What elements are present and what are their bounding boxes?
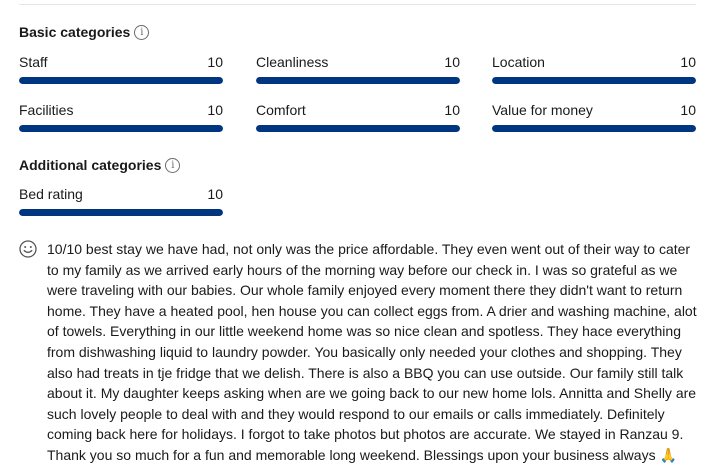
category-facilities: Facilities 10	[19, 101, 223, 132]
category-label: Value for money	[492, 102, 593, 118]
category-label: Cleanliness	[256, 54, 329, 70]
score-bar	[19, 209, 223, 216]
category-label: Staff	[19, 54, 48, 70]
score-bar	[256, 125, 460, 132]
category-cleanliness: Cleanliness 10	[256, 53, 460, 84]
score-bar-fill	[19, 125, 223, 132]
category-label: Bed rating	[19, 186, 83, 202]
basic-categories-heading: Basic categories i	[19, 24, 150, 40]
review: 10/10 best stay we have had, not only wa…	[19, 239, 705, 466]
score-bar-fill	[19, 77, 223, 84]
info-icon[interactable]: i	[134, 24, 150, 40]
top-divider	[19, 4, 696, 5]
score-bar-fill	[492, 125, 696, 132]
category-bed-rating: Bed rating 10	[19, 185, 223, 216]
score-bar	[492, 77, 696, 84]
category-score: 10	[207, 186, 223, 202]
category-label: Comfort	[256, 102, 306, 118]
category-value-for-money: Value for money 10	[492, 101, 696, 132]
score-bar	[492, 125, 696, 132]
score-bar-fill	[256, 77, 460, 84]
category-score: 10	[207, 54, 223, 70]
category-score: 10	[444, 102, 460, 118]
additional-categories-heading: Additional categories i	[19, 157, 181, 173]
category-comfort: Comfort 10	[256, 101, 460, 132]
category-score: 10	[444, 54, 460, 70]
score-bar	[256, 77, 460, 84]
category-location: Location 10	[492, 53, 696, 84]
score-bar-fill	[256, 125, 460, 132]
additional-categories-title: Additional categories	[19, 157, 162, 173]
category-score: 10	[207, 102, 223, 118]
category-label: Facilities	[19, 102, 74, 118]
score-bar	[19, 77, 223, 84]
smile-icon	[19, 240, 43, 466]
review-text: 10/10 best stay we have had, not only wa…	[47, 241, 697, 463]
category-score: 10	[680, 102, 696, 118]
score-bar	[19, 125, 223, 132]
category-score: 10	[680, 54, 696, 70]
score-bar-fill	[492, 77, 696, 84]
info-icon[interactable]: i	[165, 157, 181, 173]
score-bar-fill	[19, 209, 223, 216]
category-label: Location	[492, 54, 545, 70]
category-staff: Staff 10	[19, 53, 223, 84]
basic-categories-title: Basic categories	[19, 24, 131, 40]
